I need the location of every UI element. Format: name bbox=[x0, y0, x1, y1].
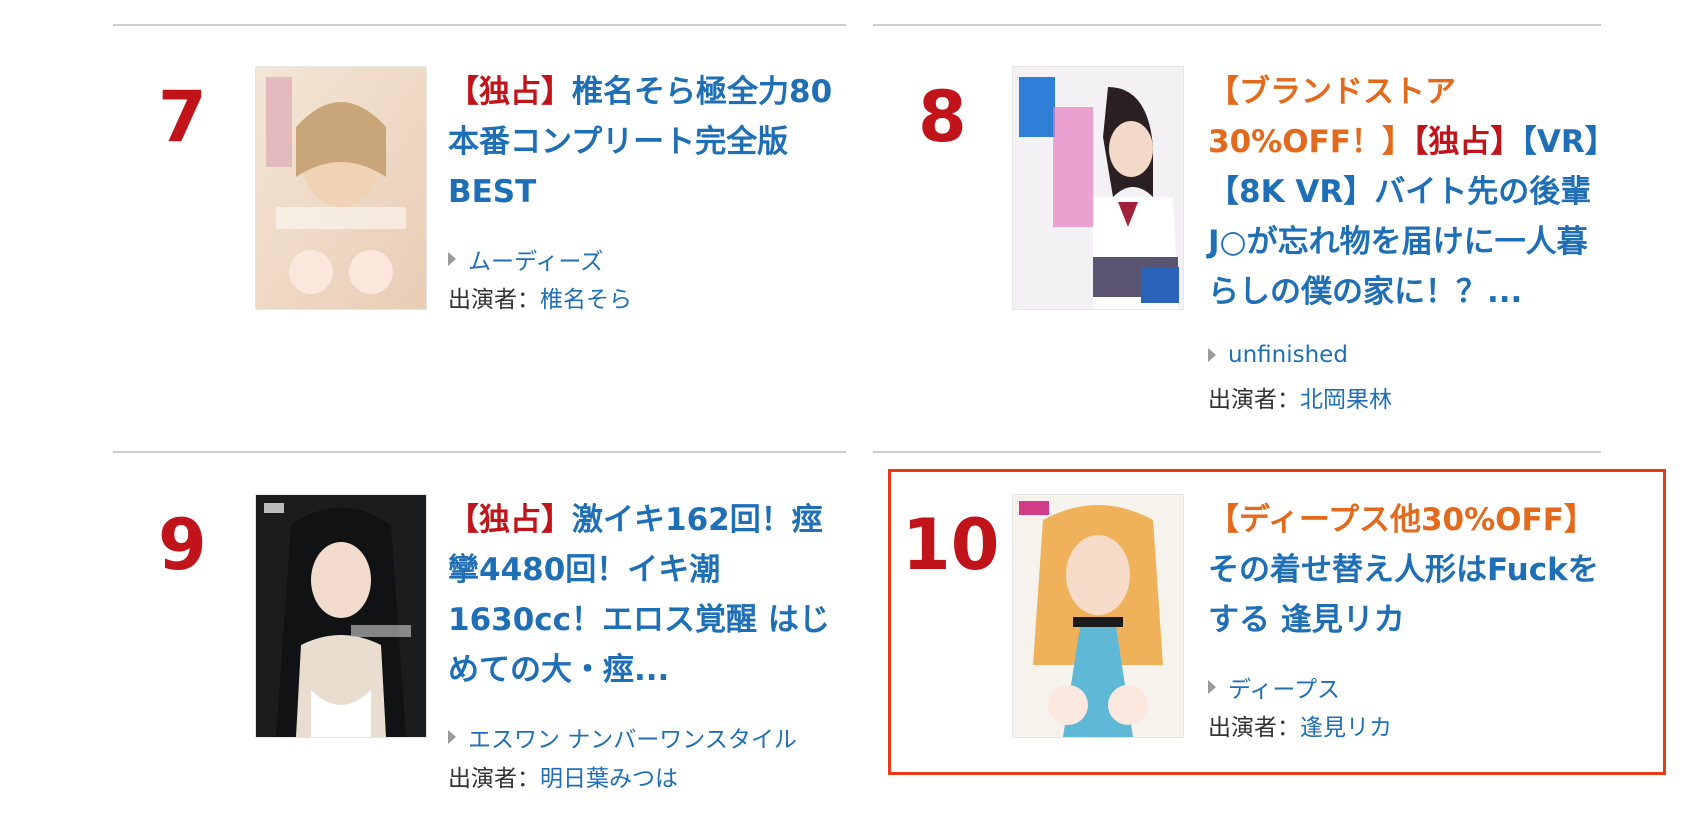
product-cover-image[interactable] bbox=[255, 66, 427, 310]
title-tag-exclusive: 【独占】 bbox=[448, 502, 572, 538]
maker-name: エスワン ナンバーワンスタイル bbox=[468, 727, 797, 753]
title-text: その着せ替え人形はFuckをする 逢見リカ bbox=[1208, 552, 1599, 638]
triangle-right-icon bbox=[448, 730, 456, 744]
cast-label: 出演者： bbox=[1208, 387, 1300, 413]
maker-name: unfinished bbox=[1228, 342, 1348, 368]
cast-line: 出演者：明日葉みつは bbox=[448, 759, 678, 793]
cast-link[interactable]: 逢見リカ bbox=[1300, 715, 1392, 741]
cast-line: 出演者：椎名そら bbox=[448, 280, 632, 314]
product-title[interactable]: 【独占】椎名そら極全力80本番コンプリート完全版BEST bbox=[448, 67, 853, 217]
product-title[interactable]: 【ディープス他30%OFF】その着せ替え人形はFuckをする 逢見リカ bbox=[1208, 495, 1613, 645]
rank-number: 10 bbox=[902, 504, 1000, 586]
maker-link[interactable]: unfinished bbox=[1208, 342, 1348, 368]
top-divider-left bbox=[113, 24, 846, 26]
cast-link[interactable]: 明日葉みつは bbox=[540, 766, 678, 792]
cast-link[interactable]: 北岡果林 bbox=[1300, 387, 1392, 413]
maker-name: ディープス bbox=[1228, 677, 1341, 703]
triangle-right-icon bbox=[1208, 680, 1216, 694]
maker-link[interactable]: エスワン ナンバーワンスタイル bbox=[448, 720, 797, 754]
product-cover-image[interactable] bbox=[1012, 494, 1184, 738]
cast-line: 出演者：逢見リカ bbox=[1208, 708, 1392, 742]
product-title[interactable]: 【独占】激イキ162回！痙攣4480回！イキ潮1630cc！エロス覚醒 はじめて… bbox=[448, 495, 853, 695]
product-cover-image[interactable] bbox=[1012, 66, 1184, 310]
title-tag-exclusive: 【独占】 bbox=[448, 74, 572, 110]
cast-label: 出演者： bbox=[448, 287, 540, 313]
top-divider-right bbox=[873, 24, 1601, 26]
triangle-right-icon bbox=[448, 252, 456, 266]
title-tag-exclusive: 【独占】 bbox=[1412, 124, 1522, 160]
cast-link[interactable]: 椎名そら bbox=[540, 287, 632, 313]
middle-divider-right bbox=[873, 451, 1601, 453]
maker-name: ムーディーズ bbox=[468, 249, 604, 275]
cast-line: 出演者：北岡果林 bbox=[1208, 380, 1392, 414]
rank-number: 7 bbox=[158, 76, 207, 158]
maker-link[interactable]: ムーディーズ bbox=[448, 242, 603, 276]
title-tag-sale: 【ディープス他30%OFF】 bbox=[1208, 502, 1595, 538]
triangle-right-icon bbox=[1208, 348, 1216, 362]
middle-divider-left bbox=[113, 451, 846, 453]
rank-number: 8 bbox=[918, 76, 967, 158]
product-cover-image[interactable] bbox=[255, 494, 427, 738]
rank-number: 9 bbox=[158, 504, 207, 586]
maker-link[interactable]: ディープス bbox=[1208, 670, 1340, 704]
product-title[interactable]: 【ブランドストア30%OFF！】【独占】【VR】【8K VR】バイト先の後輩J○… bbox=[1208, 67, 1613, 317]
cast-label: 出演者： bbox=[448, 766, 540, 792]
cast-label: 出演者： bbox=[1208, 715, 1300, 741]
